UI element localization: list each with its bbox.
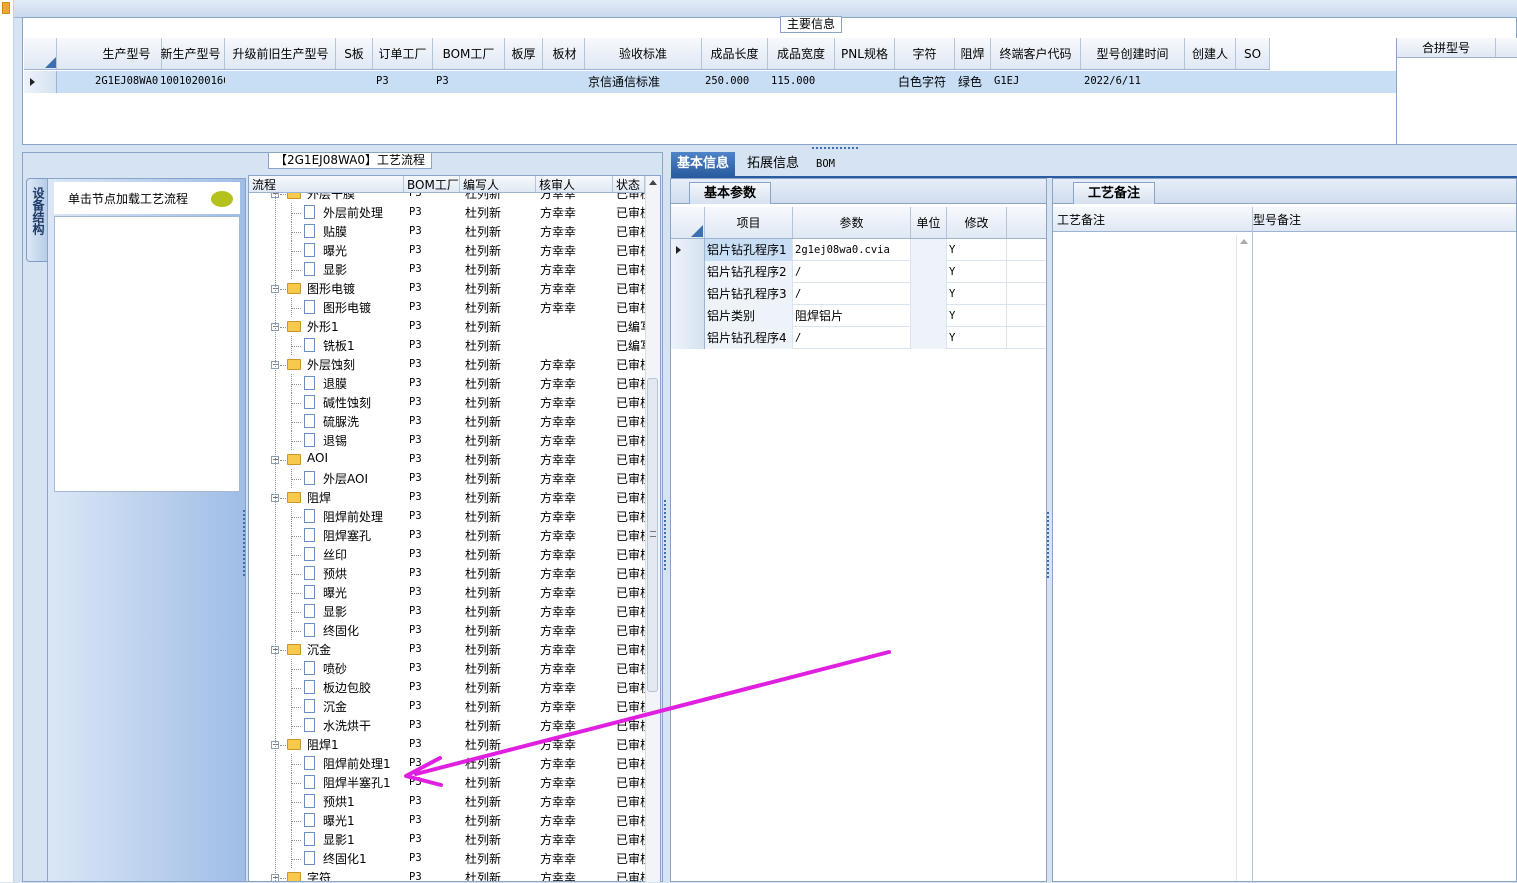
annotation-arrow-icon: [404, 650, 891, 787]
